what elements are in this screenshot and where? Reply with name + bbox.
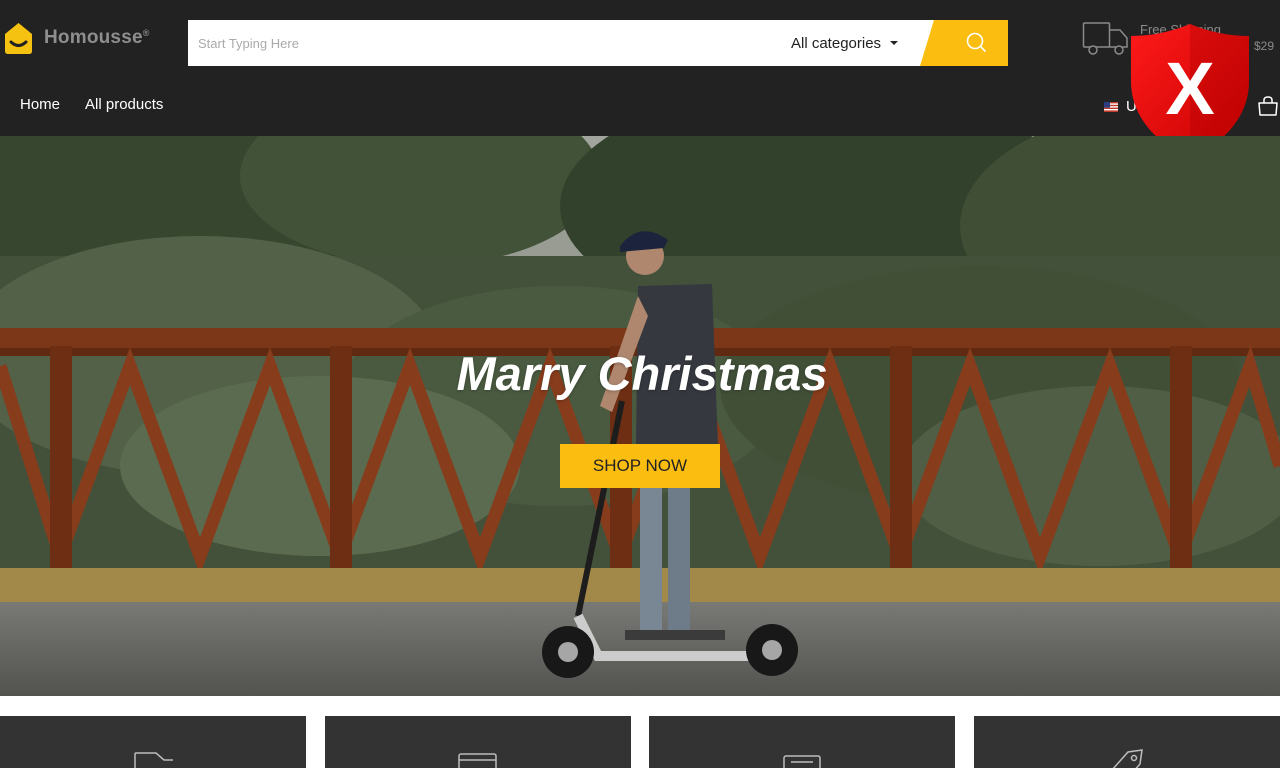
shopping-bag-icon[interactable] xyxy=(1257,95,1279,117)
hero-banner: Marry Christmas SHOP NOW xyxy=(0,136,1280,696)
brand-logo[interactable]: Homousse® xyxy=(2,20,150,56)
us-flag-icon xyxy=(1104,101,1118,112)
feature-card-payment xyxy=(325,716,631,768)
hero-title: Marry Christmas xyxy=(456,347,828,400)
feature-cards xyxy=(0,716,1280,768)
shipping-subtitle: $29 xyxy=(1254,39,1275,53)
message-icon xyxy=(783,755,821,768)
category-selected-label: All categories xyxy=(791,34,882,52)
badge-x-glyph: X xyxy=(1165,47,1214,130)
nav-home[interactable]: Home xyxy=(20,96,60,113)
caret-down-icon xyxy=(890,41,899,45)
house-logo-icon xyxy=(5,23,32,54)
search-icon xyxy=(920,20,1008,66)
nav-all-products[interactable]: All products xyxy=(85,96,163,113)
category-dropdown[interactable]: All categories xyxy=(778,20,918,66)
hero-scooter-image xyxy=(0,136,1280,696)
delivery-box-icon xyxy=(134,752,173,768)
feature-card-pricing xyxy=(974,716,1280,768)
price-tag-icon xyxy=(1112,749,1143,768)
feature-card-support xyxy=(649,716,955,768)
truck-icon xyxy=(1082,22,1128,55)
feature-card-delivery xyxy=(0,716,306,768)
credit-card-icon xyxy=(458,753,497,768)
search-button[interactable] xyxy=(920,20,1008,66)
main-nav: Home All products xyxy=(20,96,163,113)
search-bar: All categories xyxy=(188,20,1008,66)
shop-now-button[interactable]: SHOP NOW xyxy=(560,444,720,488)
brand-name: Homousse® xyxy=(44,27,150,48)
site-header: Homousse® All categories Free Shipping $… xyxy=(0,0,1280,160)
search-input[interactable] xyxy=(188,20,768,66)
